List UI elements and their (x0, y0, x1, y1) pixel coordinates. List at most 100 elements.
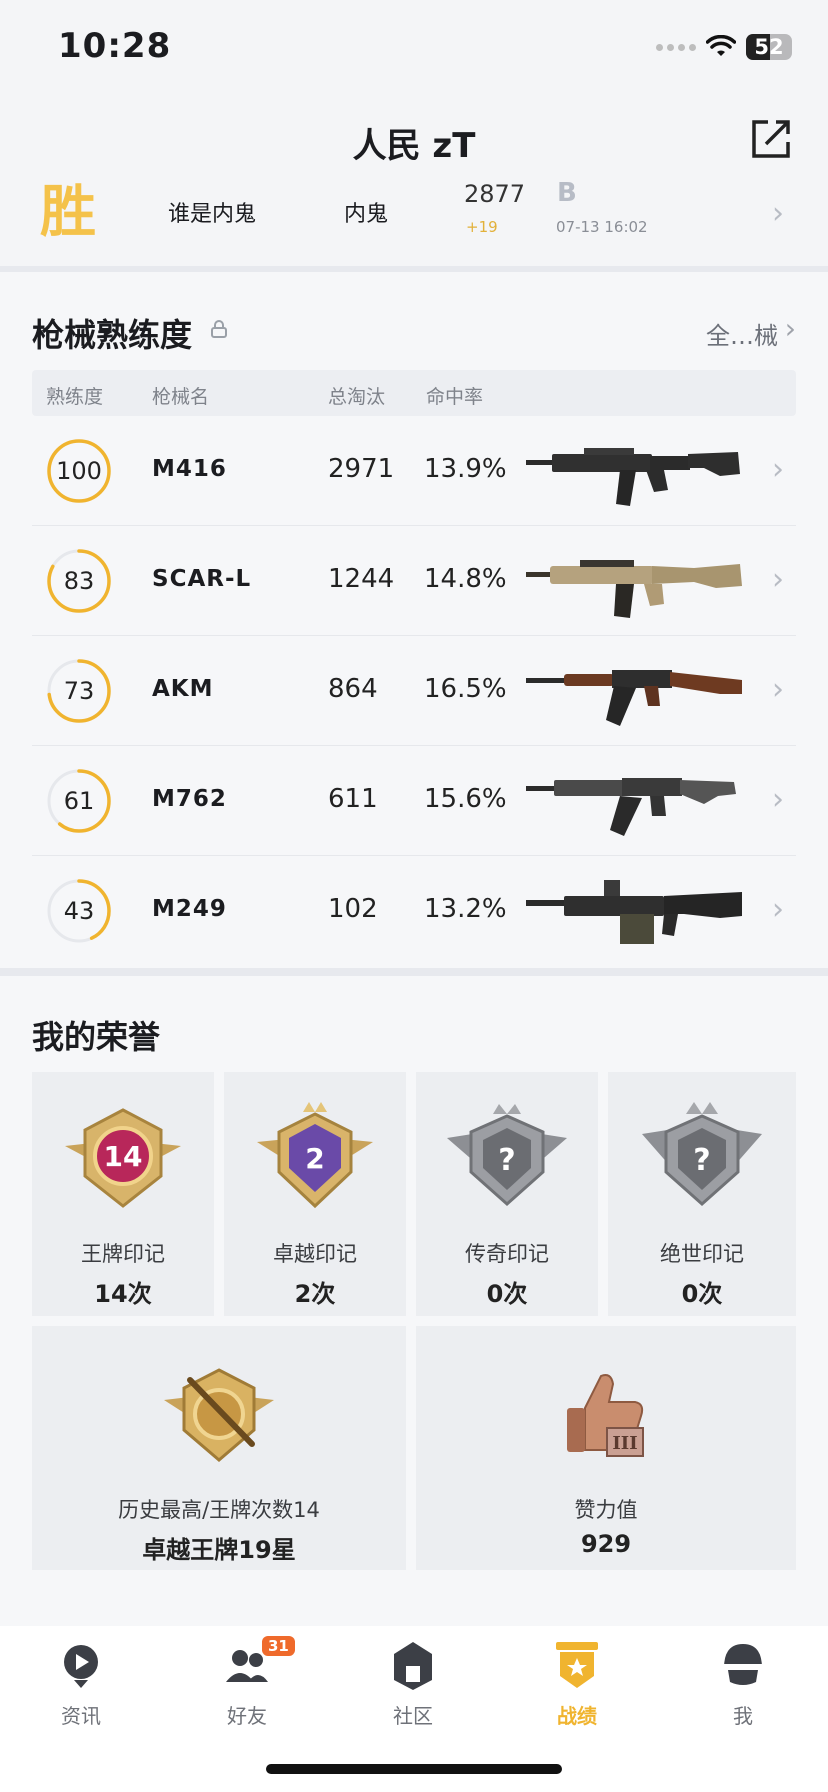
tab-label: 战绩 (557, 1704, 597, 1728)
m249-lmg-image (526, 880, 742, 944)
score-delta: +19 (466, 218, 498, 236)
akm-rifle-image (526, 670, 742, 726)
chevron-right-icon[interactable]: › (785, 312, 796, 345)
badge-number: 2 (305, 1142, 324, 1175)
page-title: 人民 zT (352, 126, 476, 166)
weapon-row[interactable]: 43 M249 102 13.2% › (32, 856, 796, 966)
tab-label: 我 (733, 1704, 753, 1728)
honor-tile-conqueror[interactable]: 2 卓越印记 2次 (224, 1072, 406, 1316)
community-icon (394, 1642, 432, 1690)
badge-symbol: ? (693, 1143, 710, 1178)
thumbs-up-icon: III (567, 1374, 644, 1457)
col-proficiency: 熟练度 (46, 386, 104, 408)
weapon-kills: 1244 (328, 564, 395, 594)
chevron-right-icon: › (772, 672, 784, 707)
honor-tile-unmatched[interactable]: ? 绝世印记 0次 (608, 1072, 796, 1316)
divider (0, 968, 828, 976)
weapon-kills: 611 (328, 784, 378, 814)
chevron-right-icon: › (772, 892, 784, 927)
badge-number: 14 (104, 1140, 143, 1173)
match-mode: 谁是内鬼 (168, 202, 257, 227)
tab-label: 社区 (393, 1704, 433, 1728)
proficiency-value: 73 (63, 677, 95, 705)
weapon-name: M762 (152, 786, 227, 812)
last-match-row[interactable]: 胜 谁是内鬼 内鬼 2877 +19 B 07-13 16:02 › (0, 174, 828, 266)
tab-record[interactable]: 战绩 (522, 1638, 632, 1738)
weapon-proficiency-card: 枪械熟练度 全…械 › 熟练度 枪械名 总淘汰 命中率 100 M416 297… (0, 272, 828, 968)
weapon-hit-rate: 13.2% (424, 894, 507, 924)
highest-rank-tile[interactable]: 历史最高/王牌次数14 卓越王牌19星 (32, 1326, 406, 1570)
share-icon[interactable] (748, 116, 794, 162)
home-indicator (266, 1764, 562, 1774)
badge-symbol: ? (498, 1143, 515, 1178)
honor-name: 绝世印记 (660, 1242, 744, 1266)
weapon-row[interactable]: 73 AKM 864 16.5% › (32, 636, 796, 746)
tab-news[interactable]: 资讯 (26, 1638, 136, 1738)
honors-section: 我的荣誉 14 王牌印记 14次 2 卓越印记 2次 ? 传奇印记 0次 ? 绝… (0, 976, 828, 1626)
view-all-weapons-link[interactable]: 全…械 (706, 316, 778, 351)
match-grade: B (557, 178, 577, 208)
chevron-right-icon: › (772, 196, 784, 231)
highest-rank-label: 历史最高/王牌次数14 (118, 1498, 320, 1522)
col-kills: 总淘汰 (328, 386, 386, 408)
section-title: 我的荣誉 (32, 1018, 161, 1056)
likes-value: 929 (580, 1530, 632, 1558)
news-icon (64, 1645, 98, 1688)
lock-icon (211, 320, 227, 338)
col-hit-rate: 命中率 (426, 386, 484, 408)
match-time: 07-13 16:02 (556, 218, 648, 236)
unmatched-mark-badge-icon: ? (642, 1102, 762, 1207)
honor-name: 王牌印记 (81, 1242, 165, 1266)
honor-count: 14次 (94, 1280, 152, 1308)
weapon-name: AKM (152, 676, 214, 702)
highest-rank-badge-icon (164, 1368, 274, 1462)
signal-icon (656, 43, 696, 51)
tab-friends[interactable]: 31 好友 (192, 1636, 302, 1738)
honor-tile-legend[interactable]: ? 传奇印记 0次 (416, 1072, 598, 1316)
svg-text:III: III (612, 1433, 637, 1454)
conqueror-mark-badge-icon: 2 (257, 1102, 373, 1209)
proficiency-value: 43 (63, 897, 95, 925)
wifi-icon (706, 35, 736, 56)
weapon-kills: 2971 (328, 454, 395, 484)
tab-profile[interactable]: 我 (688, 1638, 798, 1738)
proficiency-value: 100 (56, 457, 102, 485)
weapon-name: M416 (152, 456, 227, 482)
chevron-right-icon: › (772, 452, 784, 487)
section-title: 枪械熟练度 (32, 316, 193, 354)
friends-badge: 31 (262, 1636, 295, 1656)
likes-tile[interactable]: III 赞力值 929 (416, 1326, 796, 1570)
m416-rifle-image (526, 448, 740, 506)
honor-tile-ace[interactable]: 14 王牌印记 14次 (32, 1072, 214, 1316)
honor-count: 2次 (294, 1280, 336, 1308)
weapon-row[interactable]: 100 M416 2971 13.9% › (32, 416, 796, 526)
weapon-row[interactable]: 83 SCAR-L 1244 14.8% › (32, 526, 796, 636)
ace-mark-badge-icon: 14 (65, 1108, 181, 1208)
record-icon (556, 1642, 598, 1688)
honor-name: 传奇印记 (465, 1242, 549, 1266)
legend-mark-badge-icon: ? (447, 1104, 567, 1207)
weapon-hit-rate: 14.8% (424, 564, 507, 594)
proficiency-value: 61 (63, 787, 95, 815)
weapon-name: M249 (152, 896, 227, 922)
weapon-kills: 102 (328, 894, 378, 924)
battery-icon: 52 (746, 34, 792, 60)
status-bar: 10:28 52 (0, 0, 828, 96)
win-mark: 胜 (40, 179, 96, 245)
status-time: 10:28 (58, 26, 172, 66)
chevron-right-icon: › (772, 782, 784, 817)
match-score: 2877 (464, 180, 526, 208)
m762-rifle-image (526, 778, 736, 836)
tab-label: 好友 (227, 1704, 267, 1728)
col-weapon-name: 枪械名 (152, 386, 210, 408)
proficiency-value: 83 (63, 567, 95, 595)
honor-name: 卓越印记 (273, 1242, 357, 1266)
weapon-kills: 864 (328, 674, 378, 704)
profile-icon (724, 1644, 762, 1685)
tab-label: 资讯 (61, 1704, 101, 1728)
weapon-name: SCAR-L (152, 566, 252, 592)
likes-label: 赞力值 (574, 1498, 638, 1522)
weapon-row[interactable]: 61 M762 611 15.6% › (32, 746, 796, 856)
tab-community[interactable]: 社区 (358, 1638, 468, 1738)
chevron-right-icon: › (772, 562, 784, 597)
